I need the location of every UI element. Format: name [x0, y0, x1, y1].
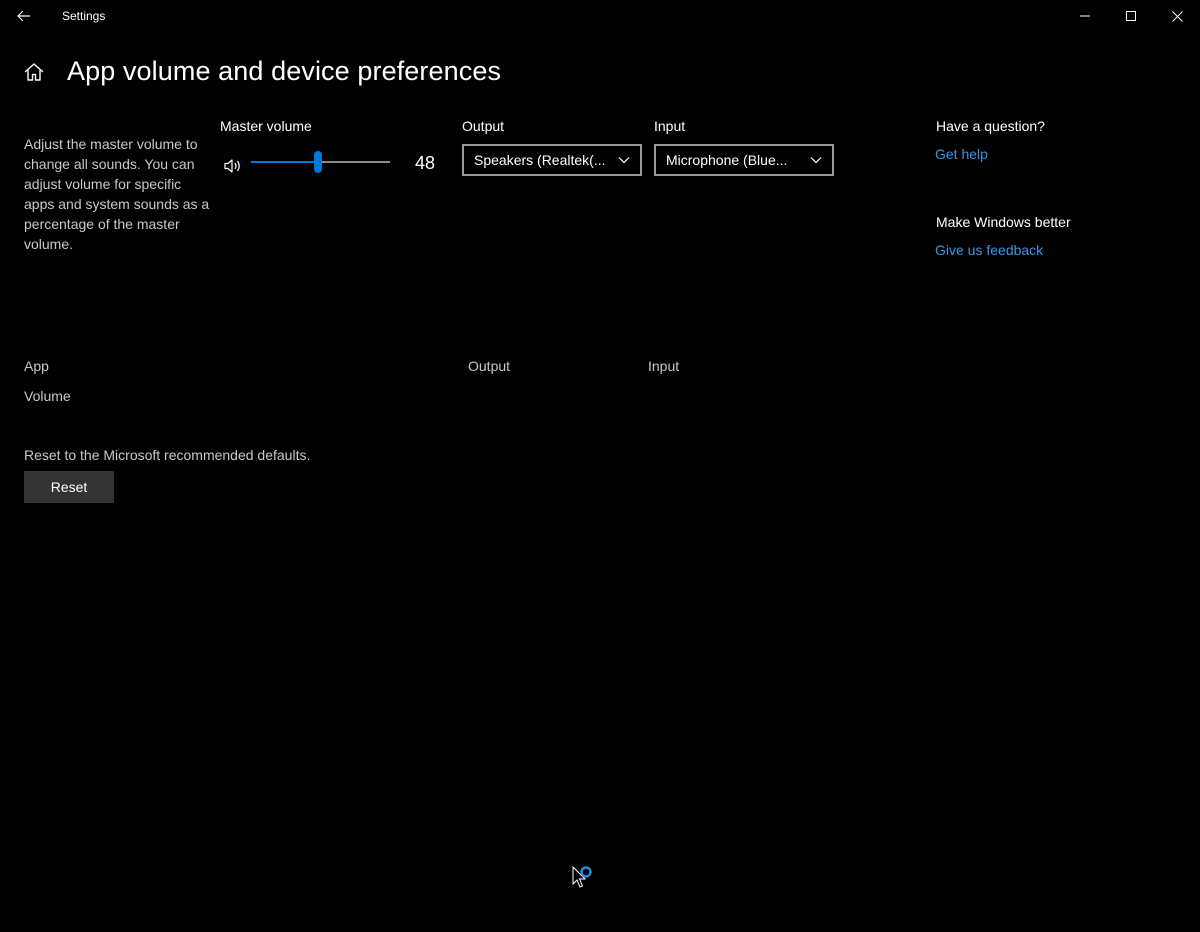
home-button[interactable] — [22, 60, 46, 84]
chevron-down-icon — [810, 157, 822, 164]
input-device-dropdown[interactable]: Microphone (Blue... — [654, 144, 834, 176]
busy-cursor-icon — [572, 864, 596, 892]
master-volume-slider[interactable] — [251, 150, 390, 174]
chevron-down-icon — [618, 157, 630, 164]
minimize-button[interactable] — [1062, 0, 1108, 32]
reset-description: Reset to the Microsoft recommended defau… — [24, 447, 311, 463]
input-selected-value: Microphone (Blue... — [666, 152, 788, 168]
minimize-icon — [1080, 15, 1090, 17]
give-feedback-link[interactable]: Give us feedback — [935, 242, 1043, 258]
slider-thumb[interactable] — [313, 151, 322, 173]
input-label: Input — [654, 118, 686, 134]
input-column-header: Input — [648, 358, 680, 374]
volume-column-header: Volume — [24, 388, 71, 404]
output-label: Output — [462, 118, 505, 134]
description-text: Adjust the master volume to change all s… — [24, 136, 210, 252]
maximize-button[interactable] — [1108, 0, 1154, 32]
speaker-icon — [224, 159, 240, 173]
slider-fill — [251, 161, 318, 163]
output-device-dropdown[interactable]: Speakers (Realtek(... — [462, 144, 642, 176]
master-volume-value: 48 — [414, 153, 436, 173]
page-title: App volume and device preferences — [67, 56, 502, 86]
window-title: Settings — [62, 9, 106, 23]
mute-toggle[interactable] — [222, 155, 244, 177]
master-volume-label: Master volume — [220, 118, 312, 134]
have-a-question-heading: Have a question? — [936, 118, 1045, 134]
output-selected-value: Speakers (Realtek(... — [474, 152, 606, 168]
reset-button[interactable]: Reset — [24, 471, 114, 503]
home-icon — [24, 63, 44, 81]
maximize-icon — [1126, 11, 1136, 21]
app-column-header: App — [24, 358, 49, 374]
back-button[interactable] — [8, 0, 40, 32]
close-button[interactable] — [1154, 0, 1200, 32]
get-help-link[interactable]: Get help — [935, 146, 988, 162]
output-column-header: Output — [468, 358, 511, 374]
back-arrow-icon — [17, 10, 30, 22]
close-icon — [1171, 10, 1183, 22]
make-windows-better-heading: Make Windows better — [936, 214, 1071, 230]
